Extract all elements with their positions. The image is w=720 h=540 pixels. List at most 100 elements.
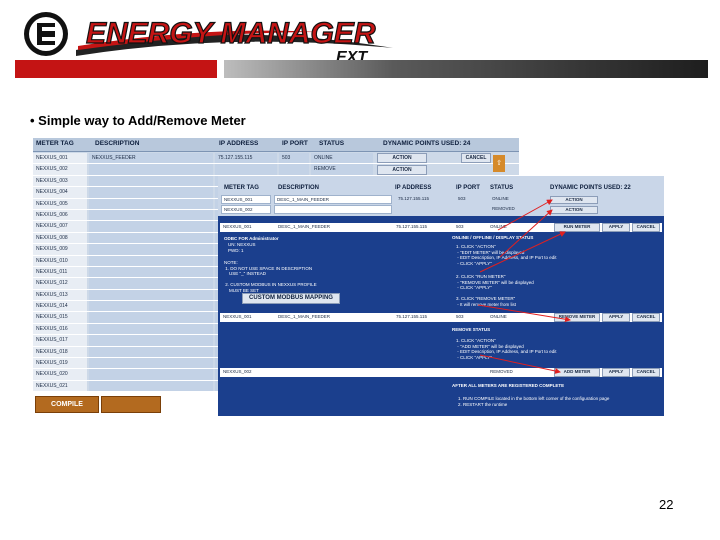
cancel-button[interactable]: CANCEL xyxy=(632,313,660,322)
meter-tag-cell: NEXXUS_010 xyxy=(33,255,87,266)
status-cell: ONLINE xyxy=(311,153,373,164)
ip-cell: 75.127.155.115 xyxy=(398,196,429,201)
edit-row-tag: NEXXUS_001 xyxy=(223,224,252,229)
after-registered-title: AFTER ALL METERS ARE REGISTERED COMPLETE xyxy=(452,383,565,388)
meter-tag-cell: NEXXUS_003 xyxy=(33,175,87,187)
meter-tag-cell: NEXXUS_017 xyxy=(33,335,87,346)
col-dynamic-points: DYNAMIC POINTS USED: 24 xyxy=(383,140,471,147)
meter-tag-cell: NEXXUS_012 xyxy=(33,278,87,289)
col-ip-address: IP ADDRESS xyxy=(219,140,259,147)
slide-bullet: • Simple way to Add/Remove Meter xyxy=(30,113,246,128)
add-row-tag: NEXXUS_002 xyxy=(223,369,252,374)
description-cell[interactable] xyxy=(89,175,213,187)
description-cell[interactable] xyxy=(89,164,213,175)
description-cell[interactable] xyxy=(89,358,213,369)
description-cell: DESC_1_MAIN_FEEDER xyxy=(274,195,392,204)
description-cell[interactable] xyxy=(89,209,213,221)
energy-manager-logo: ENERGY MANAGER EXT xyxy=(24,12,393,66)
description-cell[interactable] xyxy=(89,244,213,255)
run-meter-button[interactable]: RUN METER xyxy=(554,223,600,232)
action-button[interactable]: ACTION xyxy=(550,206,598,214)
action-button[interactable]: ACTION xyxy=(550,196,598,204)
meter-tag-cell: NEXXUS_002 xyxy=(33,164,87,175)
meter-action-screenshot: METER TAG DESCRIPTION IP ADDRESS IP PORT… xyxy=(218,176,664,416)
remove-row-port: 503 xyxy=(456,314,464,319)
description-cell[interactable] xyxy=(89,198,213,209)
description-cell[interactable] xyxy=(89,255,213,266)
description-cell[interactable] xyxy=(89,221,213,232)
cancel-button[interactable]: CANCEL xyxy=(632,223,660,232)
remove-step-1: 1. CLICK "ACTION" - "ADD METER" will be … xyxy=(456,338,557,360)
meter-tag-cell: NEXXUS_014 xyxy=(33,301,87,312)
remove-row-tag: NEXXUS_001 xyxy=(223,314,252,319)
logo-title: ENERGY MANAGER xyxy=(86,17,376,50)
description-cell[interactable] xyxy=(89,232,213,244)
table-row[interactable]: NEXXUS_002 REMOVE xyxy=(33,164,519,176)
meter-tag-cell: NEXXUS_004 xyxy=(33,187,87,198)
secondary-orange-button[interactable] xyxy=(101,396,161,413)
remove-meter-button[interactable]: REMOVE METER xyxy=(554,313,600,322)
online-status-title: ONLINE / OFFLINE / DISPLAY STATUS xyxy=(452,235,534,240)
apply-button[interactable]: APPLY xyxy=(602,368,630,377)
remove-row-desc: DESC_1_MAIN_FEEDER xyxy=(278,314,331,319)
port-cell: 503 xyxy=(458,196,466,201)
description-cell[interactable] xyxy=(89,266,213,278)
apply-button[interactable]: APPLY xyxy=(602,313,630,322)
add-meter-row: NEXXUS_002 REMOVED ADD METER APPLY CANCE… xyxy=(220,368,662,377)
description-cell[interactable] xyxy=(89,301,213,312)
description-cell[interactable] xyxy=(89,346,213,358)
remove-status-title: REMOVE STATUS xyxy=(452,327,491,332)
description-cell[interactable] xyxy=(89,323,213,335)
col-description: DESCRIPTION xyxy=(95,140,140,147)
description-cell[interactable] xyxy=(89,380,213,392)
cancel-button[interactable]: CANCEL xyxy=(461,153,491,163)
description-cell[interactable]: NEXXUS_FEEDER xyxy=(89,153,213,164)
description-cell[interactable] xyxy=(89,369,213,380)
add-meter-button[interactable]: ADD METER xyxy=(554,368,600,377)
header-red-bar xyxy=(15,60,217,78)
edit-row-desc[interactable]: DESC_1_MAIN_FEEDER xyxy=(278,224,330,229)
cancel-button[interactable]: CANCEL xyxy=(632,368,660,377)
online-step-2: 2. CLICK "RUN METER" - "REMOVE METER" wi… xyxy=(456,274,534,291)
odbc-credentials: UN: NEXXUS PWD: 1 xyxy=(228,242,256,253)
description-cell[interactable] xyxy=(89,335,213,346)
port-cell[interactable]: 503 xyxy=(279,153,309,164)
online-step-1: 1. CLICK "ACTION" - "EDIT METER" will be… xyxy=(456,244,557,266)
meter-tag-cell: NEXXUS_015 xyxy=(33,312,87,323)
ip-cell[interactable] xyxy=(215,164,277,175)
status-cell: REMOVED xyxy=(492,206,515,211)
scroll-up-button[interactable]: ⇧ xyxy=(493,155,505,172)
col-description: DESCRIPTION xyxy=(278,185,320,191)
meter-tag-cell: NEXXUS_008 xyxy=(33,232,87,244)
edit-row-port[interactable]: 503 xyxy=(456,224,464,229)
col-status: STATUS xyxy=(490,185,514,191)
description-cell[interactable] xyxy=(89,289,213,301)
meter-tag-cell: NEXXUS_005 xyxy=(33,198,87,209)
after-registered-steps: 1. RUN COMPILE located in the bottom lef… xyxy=(458,396,610,407)
edit-row-ip[interactable]: 75.127.155.115 xyxy=(396,224,427,229)
description-cell[interactable] xyxy=(89,278,213,289)
action-button[interactable]: ACTION xyxy=(377,153,427,163)
add-row-status: REMOVED xyxy=(490,369,513,374)
meter-tag-cell: NEXXUS_016 xyxy=(33,323,87,335)
odbc-note-title: ODBC FOR Administrator xyxy=(224,236,279,241)
compile-button[interactable]: COMPILE xyxy=(35,396,99,413)
remove-meter-row: NEXXUS_001 DESC_1_MAIN_FEEDER 75.127.155… xyxy=(220,313,662,322)
meter-tag-cell: NEXXUS_002 xyxy=(221,205,271,214)
port-cell[interactable] xyxy=(279,164,309,175)
meter-tag-cell: NEXXUS_019 xyxy=(33,358,87,369)
online-step-3: 3. CLICK "REMOVE METER" - It will remove… xyxy=(456,296,517,307)
description-cell[interactable] xyxy=(89,187,213,198)
custom-modbus-mapping-button[interactable]: CUSTOM MODBUS MAPPING xyxy=(242,293,340,304)
col-meter-tag: METER TAG xyxy=(224,185,259,191)
meter-tag-cell: NEXXUS_011 xyxy=(33,266,87,278)
apply-button[interactable]: APPLY xyxy=(602,223,630,232)
description-cell xyxy=(274,205,392,214)
meter-action-header: METER TAG DESCRIPTION IP ADDRESS IP PORT… xyxy=(218,176,664,216)
description-cell[interactable] xyxy=(89,312,213,323)
action-button[interactable]: ACTION xyxy=(377,165,427,175)
ip-cell[interactable]: 75.127.155.115 xyxy=(215,153,277,164)
table-row[interactable]: NEXXUS_001 NEXXUS_FEEDER 75.127.155.115 503… xyxy=(33,153,519,165)
meter-tag-cell: NEXXUS_020 xyxy=(33,369,87,380)
remove-row-ip: 75.127.155.115 xyxy=(396,314,427,319)
